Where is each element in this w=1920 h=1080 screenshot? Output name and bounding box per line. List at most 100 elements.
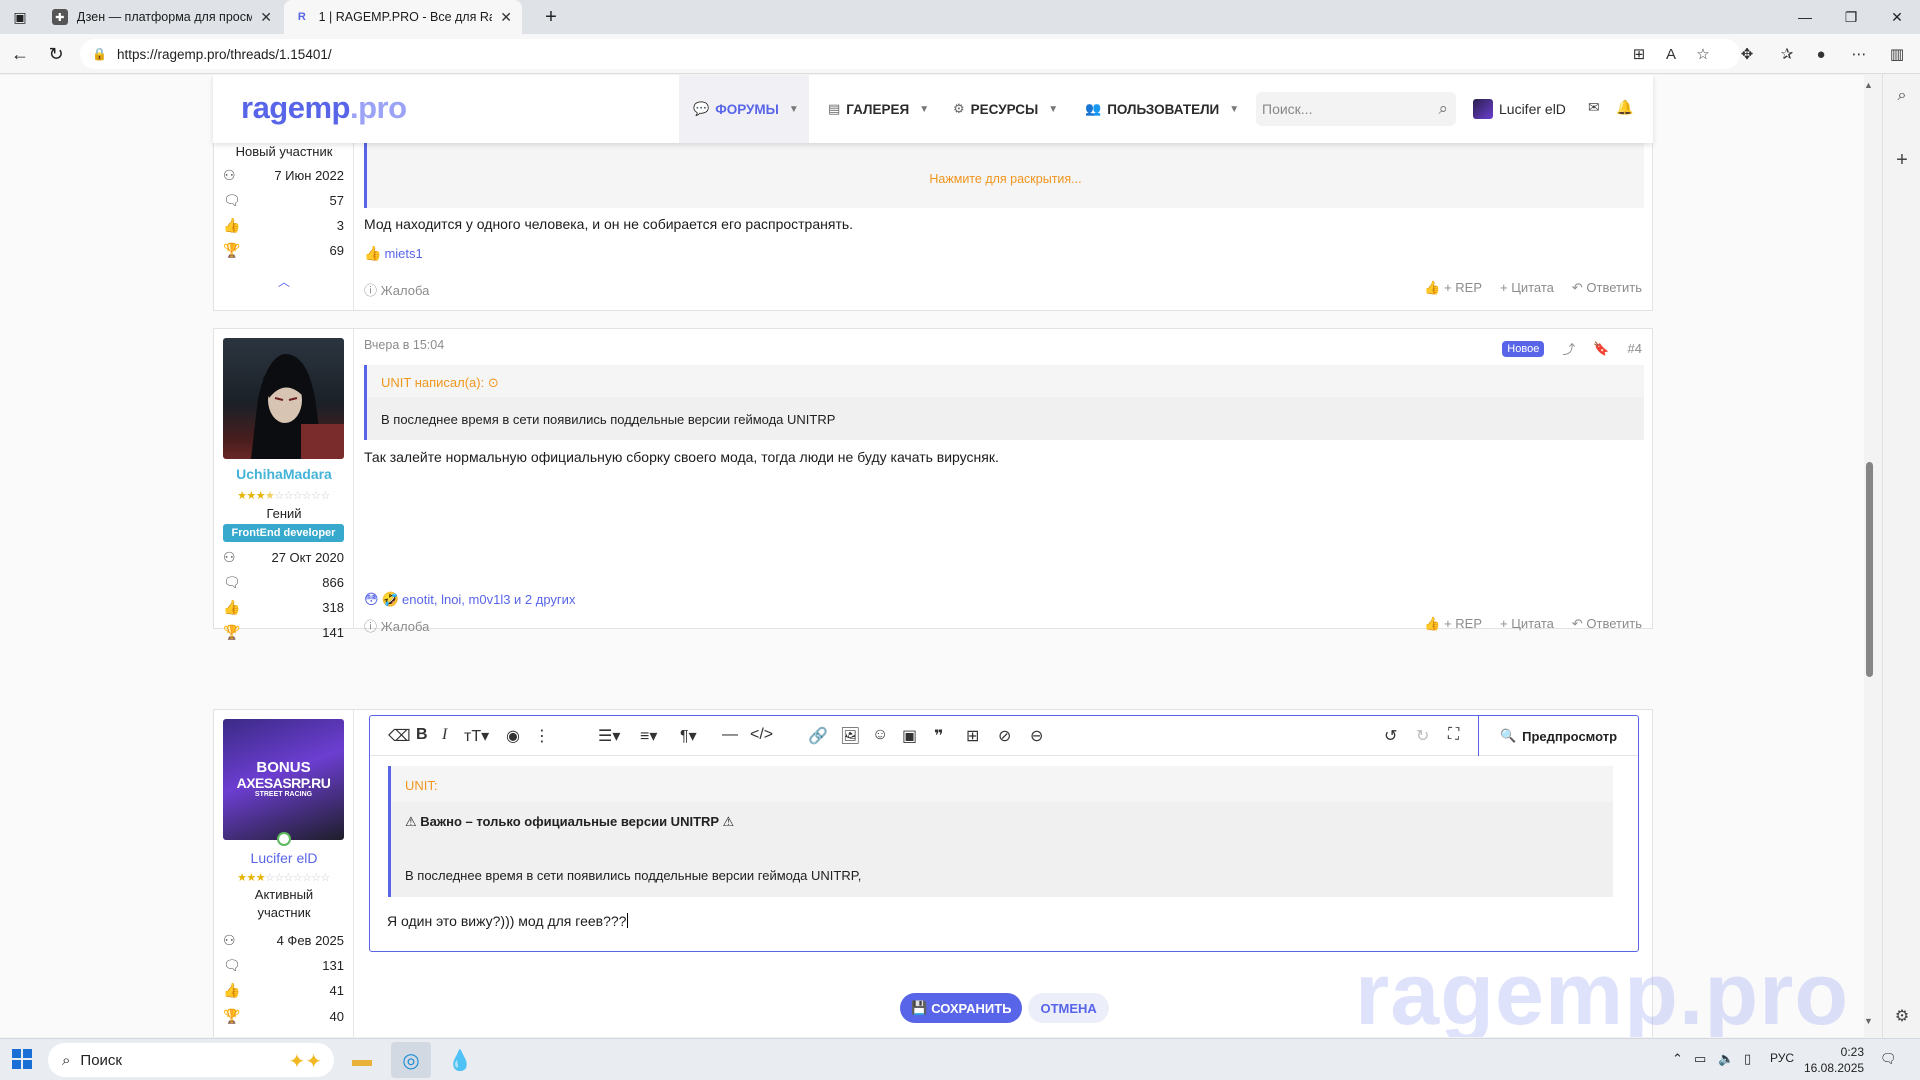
quote-author[interactable]: UNIT написал(а): ⊙ — [381, 375, 499, 391]
scroll-down-icon[interactable]: ▼ — [1864, 1016, 1873, 1026]
quote-icon[interactable]: ❞ — [934, 726, 943, 746]
tray-chevron-icon[interactable]: ⌃ — [1672, 1051, 1683, 1067]
favorite-star-icon[interactable]: ☆ — [1692, 43, 1714, 65]
minimize-icon[interactable]: — — [1782, 0, 1828, 34]
bell-icon[interactable]: 🔔 — [1616, 99, 1633, 116]
cancel-button[interactable]: ОТМЕНА — [1028, 993, 1109, 1023]
font-size-icon[interactable]: тТ▾ — [464, 726, 489, 746]
network-icon[interactable]: ▭ — [1694, 1051, 1706, 1067]
file-explorer-icon[interactable]: ▬ — [342, 1042, 382, 1078]
report-link[interactable]: ⓘ Жалоба — [364, 616, 429, 635]
avatar[interactable]: BONUS AXESASRP.RU STREET RACING — [223, 719, 344, 840]
bookmark-icon[interactable]: 🔖 — [1593, 341, 1609, 357]
eraser-icon[interactable]: ⌫ — [388, 726, 411, 746]
rep-button[interactable]: 👍 + REP — [1424, 616, 1482, 632]
post-number-link[interactable]: #4 — [1628, 341, 1642, 356]
italic-icon[interactable]: I — [442, 726, 447, 744]
settings-icon[interactable]: ⚙ — [1892, 1006, 1912, 1026]
scroll-up-icon[interactable]: ▲ — [1864, 80, 1873, 90]
taskbar-search[interactable]: ⌕ Поиск ✦✦ — [48, 1043, 334, 1077]
preview-button[interactable]: 🔍 Предпросмотр — [1478, 716, 1638, 756]
site-logo[interactable]: ragemp.pro — [241, 90, 407, 126]
search-input[interactable]: Поиск... ⌕ — [1256, 92, 1456, 126]
profile-icon[interactable]: ● — [1810, 43, 1832, 65]
close-icon[interactable]: ✕ — [500, 9, 512, 26]
chevron-down-icon[interactable]: ▼ — [1229, 104, 1239, 115]
save-button[interactable]: 💾 СОХРАНИТЬ — [900, 993, 1023, 1023]
menu-icon[interactable]: ⋯ — [1848, 43, 1870, 65]
app-icon[interactable]: ⊞ — [1628, 43, 1650, 65]
edge-browser-icon[interactable]: ◎ — [391, 1042, 431, 1078]
chevron-up-icon[interactable]: ︿ — [214, 273, 354, 290]
browser-tab-dzen[interactable]: ✚ Дзен — платформа для просмотра ✕ — [42, 0, 282, 34]
url-input[interactable]: 🔒 https://ragemp.pro/threads/1.15401/ — [80, 39, 1740, 69]
undo-icon[interactable]: ↺ — [1384, 726, 1397, 746]
horizontal-line-icon[interactable]: — — [722, 726, 738, 744]
more-icon[interactable]: ⋮ — [534, 726, 550, 746]
battery-icon[interactable]: ▯ — [1744, 1051, 1751, 1067]
chevron-down-icon[interactable]: ▼ — [789, 104, 799, 115]
fullscreen-icon[interactable]: ⛶ — [1448, 726, 1459, 744]
volume-icon[interactable]: 🔈 — [1718, 1051, 1734, 1067]
back-icon[interactable]: ← — [8, 42, 32, 66]
chevron-down-icon[interactable]: ▼ — [1048, 104, 1058, 115]
window-close-icon[interactable]: ✕ — [1874, 0, 1920, 34]
username-link[interactable]: Lucifer elD — [214, 850, 354, 866]
nav-gallery[interactable]: ▤ ГАЛЕРЕЯ ▼ — [828, 75, 929, 143]
mail-icon[interactable]: ✉ — [1588, 99, 1600, 116]
table-icon[interactable]: ⊞ — [966, 726, 979, 746]
report-link[interactable]: ⓘ Жалоба — [364, 280, 429, 299]
close-icon[interactable]: ✕ — [260, 9, 272, 26]
user-menu[interactable]: Lucifer elD — [1473, 75, 1566, 143]
rep-button[interactable]: 👍 + REP — [1424, 280, 1482, 296]
app-drop-icon[interactable]: 💧 — [440, 1042, 480, 1078]
add-icon[interactable]: + — [1892, 149, 1912, 171]
nav-resources[interactable]: ⚙ РЕСУРСЫ ▼ — [953, 75, 1058, 143]
browser-tab-ragemp[interactable]: R 1 | RAGEMP.PRO - Все для RageMP ✕ — [284, 0, 522, 34]
restore-icon[interactable]: ❐ — [1828, 0, 1874, 34]
bold-icon[interactable]: B — [416, 726, 428, 744]
quote-button[interactable]: + Цитата — [1500, 616, 1554, 632]
image-icon[interactable]: 🖼 — [840, 726, 860, 746]
redo-icon[interactable]: ↻ — [1416, 726, 1429, 746]
share-icon[interactable]: ⤴ — [1562, 339, 1575, 358]
post-date[interactable]: Вчера в 15:04 — [364, 338, 444, 352]
palette-icon[interactable]: ◉ — [506, 726, 520, 746]
reload-icon[interactable]: ↻ — [44, 42, 68, 66]
expand-quote-link[interactable]: Нажмите для раскрытия... — [367, 172, 1644, 186]
clock[interactable]: 0:23 16.08.2025 — [1804, 1044, 1864, 1076]
smiley-icon[interactable]: ☺ — [872, 726, 888, 744]
list-icon[interactable]: ☰▾ — [598, 726, 620, 746]
username-link[interactable]: UchihaMadara — [214, 466, 354, 482]
spoiler-icon[interactable]: ⊘ — [998, 726, 1011, 746]
paragraph-icon[interactable]: ¶▾ — [680, 726, 697, 746]
align-icon[interactable]: ≡▾ — [640, 726, 657, 746]
search-icon[interactable]: ⌕ — [1438, 99, 1448, 119]
scrollbar-thumb[interactable] — [1866, 462, 1873, 677]
language-indicator[interactable]: РУС — [1770, 1051, 1794, 1065]
tab-actions-icon[interactable]: ▣ — [0, 0, 40, 34]
quote-author[interactable]: UNIT: — [405, 778, 438, 793]
code-icon[interactable]: </> — [750, 726, 773, 744]
notifications-icon[interactable]: 🗨 — [1880, 1051, 1897, 1067]
extensions-icon[interactable]: ✥ — [1736, 43, 1758, 65]
inline-spoiler-icon[interactable]: ⊖ — [1030, 726, 1043, 746]
reply-button[interactable]: ↶ Ответить — [1572, 616, 1642, 632]
editor-content[interactable]: Я один это вижу?))) мод для геев??? — [387, 913, 629, 929]
nav-users[interactable]: 👥 ПОЛЬЗОВАТЕЛИ ▼ — [1085, 75, 1239, 143]
favorites-icon[interactable]: ✰ — [1776, 43, 1798, 65]
rich-text-editor[interactable]: ⌫ B I тТ▾ ◉ ⋮ ☰▾ ≡▾ ¶▾ — </> 🔗 🖼 ☺ ▣ ❞ ⊞… — [369, 715, 1639, 952]
reactions-bar[interactable]: 😳 🤣 enotit, lnoi, m0v1l3 и 2 других — [364, 591, 575, 608]
quote-button[interactable]: + Цитата — [1500, 280, 1554, 296]
media-icon[interactable]: ▣ — [902, 726, 917, 746]
link-icon[interactable]: 🔗 — [808, 726, 828, 746]
avatar[interactable] — [223, 338, 344, 459]
nav-forums[interactable]: 💬 ФОРУМЫ ▼ — [679, 75, 809, 143]
read-aloud-icon[interactable]: A — [1660, 43, 1682, 65]
reactions-bar[interactable]: 👍 miets1 — [364, 245, 423, 262]
search-icon[interactable]: ⌕ — [1892, 86, 1912, 106]
new-tab-icon[interactable]: + — [528, 0, 574, 34]
reply-button[interactable]: ↶ Ответить — [1572, 280, 1642, 296]
chevron-down-icon[interactable]: ▼ — [919, 104, 929, 115]
sidebar-toggle-icon[interactable]: ▥ — [1886, 43, 1908, 65]
